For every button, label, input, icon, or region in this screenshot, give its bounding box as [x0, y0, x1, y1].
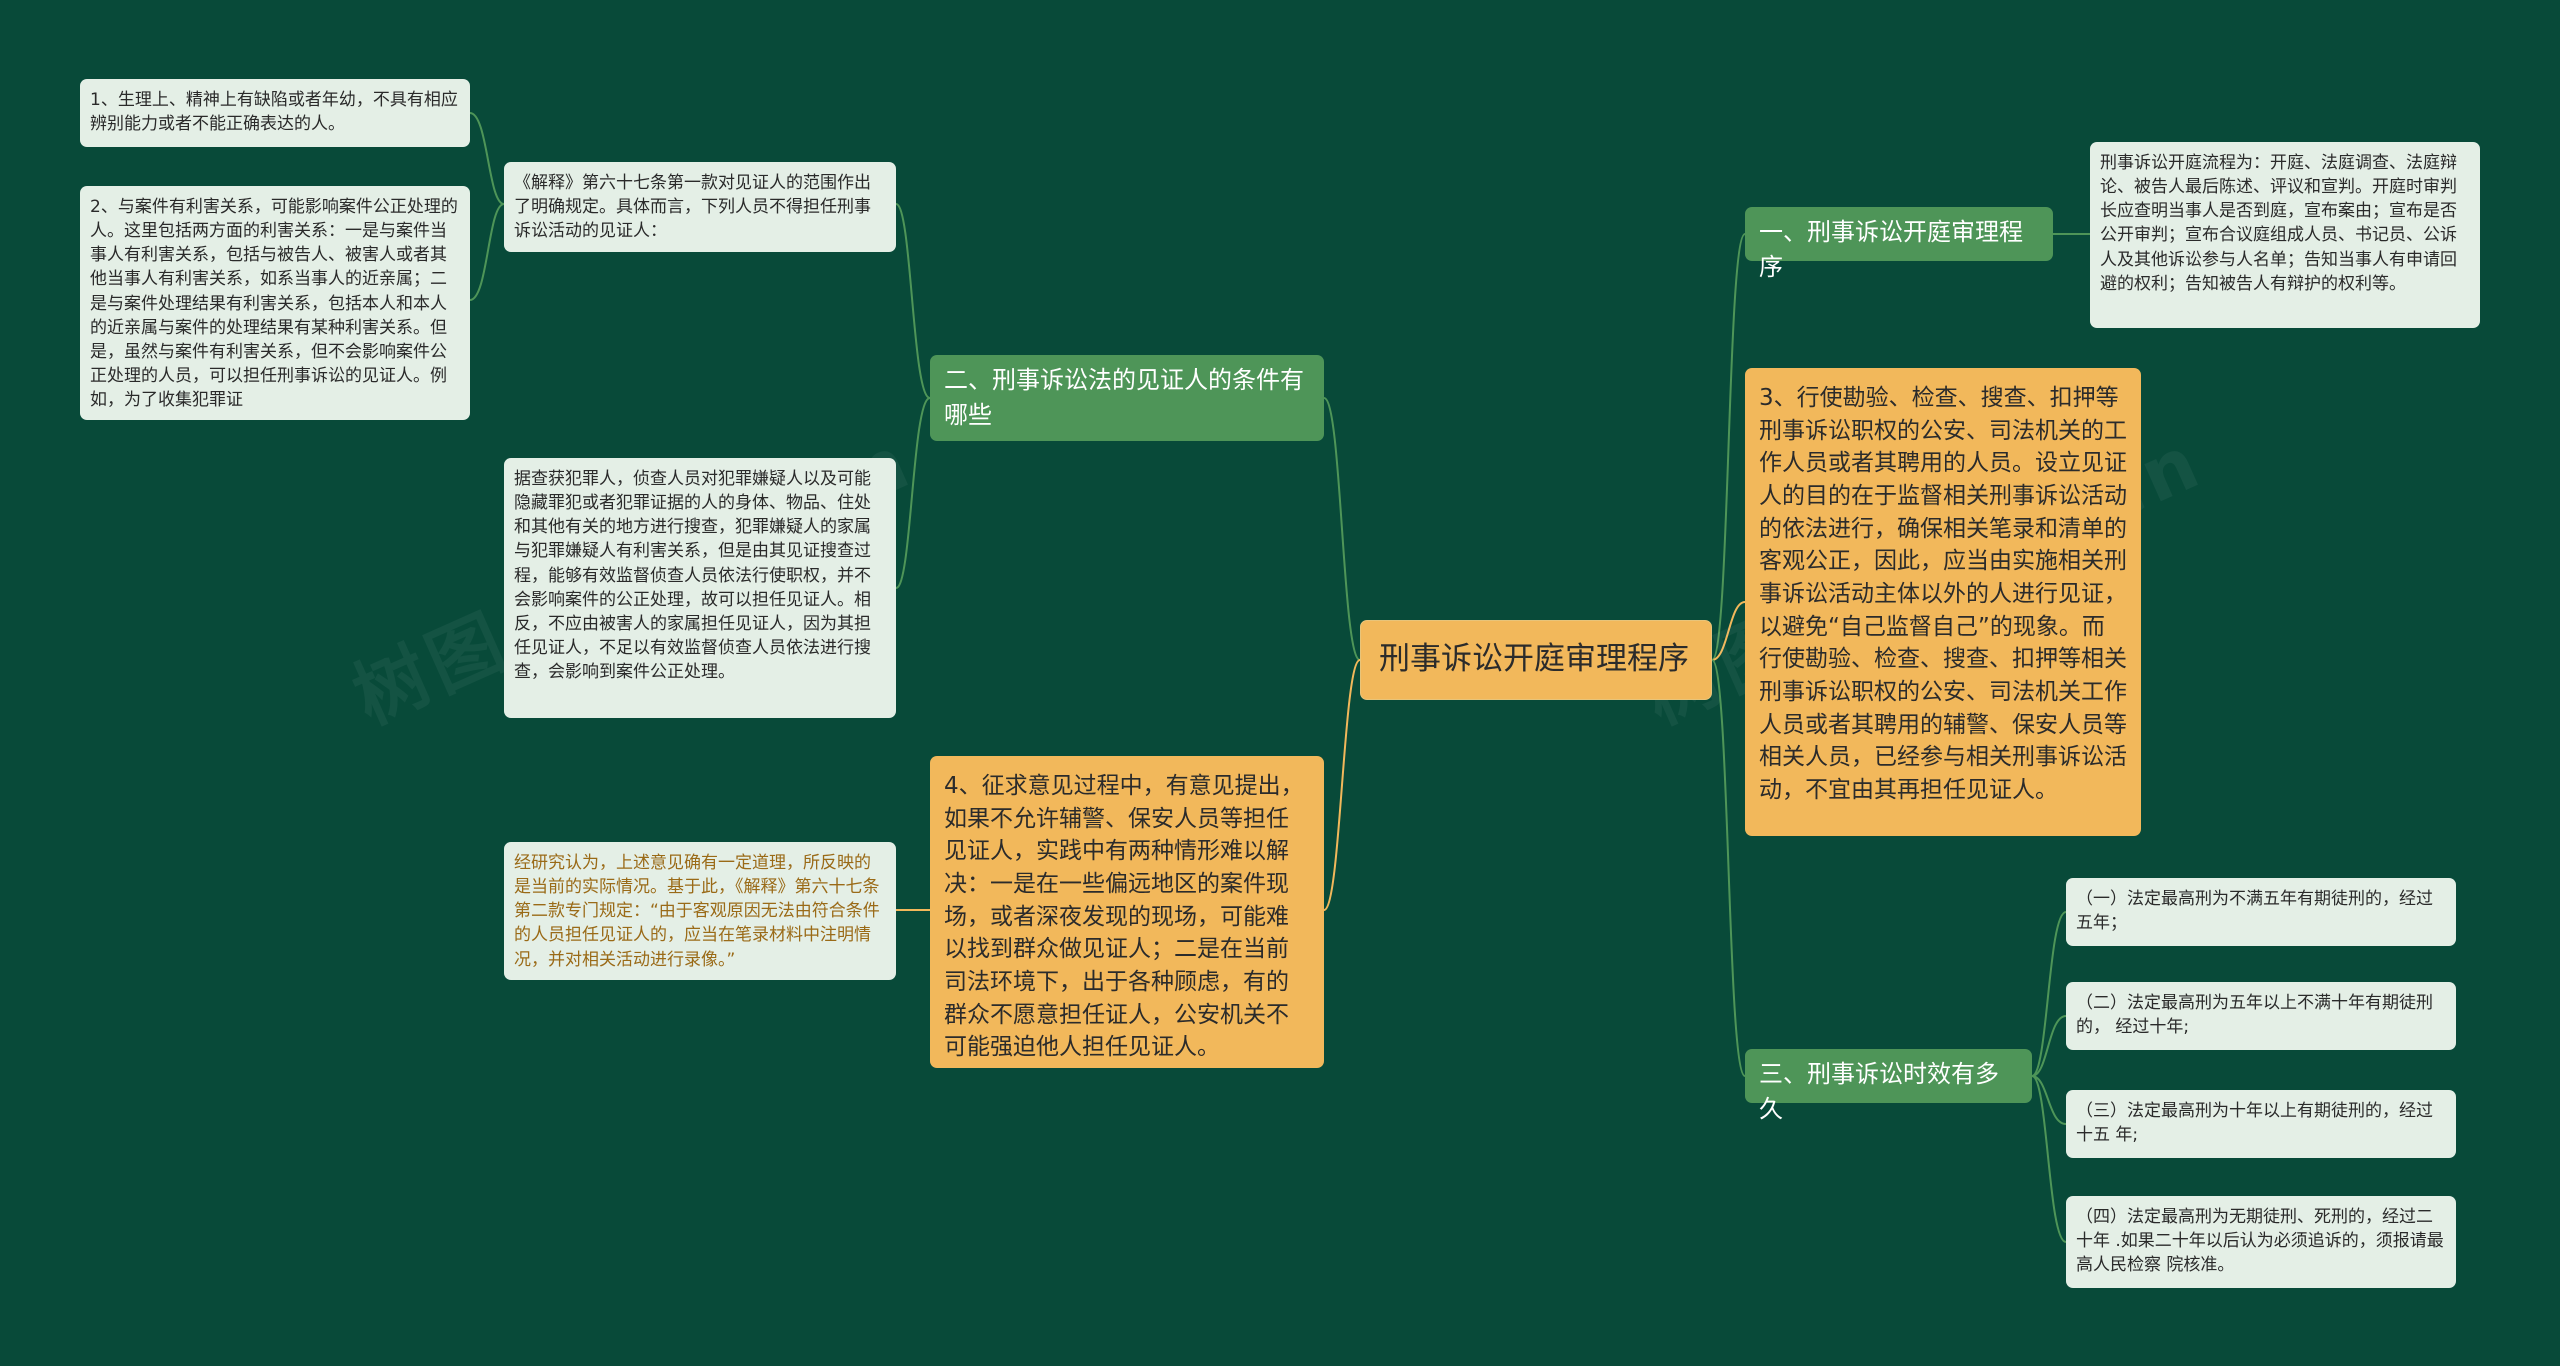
link-b2-explain [895, 203, 931, 399]
leaf-text: 2、与案件有利害关系，可能影响案件公正处理的人。这里包括两方面的利害关系：一是与… [90, 197, 458, 410]
branch-label: 4、征求意见过程中，有意见提出，如果不允许辅警、保安人员等担任见证人，实践中有两… [944, 773, 1304, 1061]
leaf-text: （一）法定最高刑为不满五年有期徒刑的，经过五年； [2076, 889, 2433, 934]
branch-label: 二、刑事诉讼法的见证人的条件有哪些 [944, 366, 1304, 429]
leaf-limit-five-years[interactable]: （一）法定最高刑为不满五年有期徒刑的，经过五年； [2066, 878, 2456, 946]
branch-investigator-rule[interactable]: 3、行使勘验、检查、搜查、扣押等刑事诉讼职权的公安、司法机关的工作人员或者其聘用… [1745, 368, 2141, 836]
branch-opinion-process[interactable]: 4、征求意见过程中，有意见提出，如果不允许辅警、保安人员等担任见证人，实践中有两… [930, 756, 1324, 1068]
leaf-explanation-intro[interactable]: 《解释》第六十七条第一款对见证人的范围作出了明确规定。具体而言，下列人员不得担任… [504, 162, 896, 252]
leaf-text: 经研究认为，上述意见确有一定道理，所反映的是当前的实际情况。基于此，《解释》第六… [514, 853, 880, 970]
leaf-research-conclusion[interactable]: 经研究认为，上述意见确有一定道理，所反映的是当前的实际情况。基于此，《解释》第六… [504, 842, 896, 980]
branch-label: 3、行使勘验、检查、搜查、扣押等刑事诉讼职权的公安、司法机关的工作人员或者其聘用… [1759, 385, 2127, 803]
link-b3-limit1 [2031, 911, 2067, 1077]
leaf-text: 据查获犯罪人，侦查人员对犯罪嫌疑人以及可能隐藏罪犯或者犯罪证据的人的身体、物品、… [514, 469, 871, 682]
link-root-b2 [1323, 397, 1361, 661]
link-root-b4 [1711, 601, 1746, 661]
leaf-text: 刑事诉讼开庭流程为：开庭、法庭调查、法庭辩论、被告人最后陈述、评议和宣判。开庭时… [2100, 153, 2457, 294]
link-root-b5 [1323, 659, 1361, 911]
leaf-text: （四）法定最高刑为无期徒刑、死刑的，经过二十年 .如果二十年以后认为必须追诉的，… [2076, 1207, 2444, 1276]
branch-limitation-period[interactable]: 三、刑事诉讼时效有多久 [1745, 1049, 2032, 1123]
leaf-text: 1、生理上、精神上有缺陷或者年幼，不具有相应辨别能力或者不能正确表达的人。 [90, 90, 458, 135]
leaf-text: （三）法定最高刑为十年以上有期徒刑的，经过十五 年; [2076, 1101, 2433, 1146]
leaf-item-interested-party[interactable]: 2、与案件有利害关系，可能影响案件公正处理的人。这里包括两方面的利害关系：一是与… [80, 186, 470, 420]
branch-witness-conditions[interactable]: 二、刑事诉讼法的见证人的条件有哪些 [930, 355, 1324, 441]
leaf-trial-procedure-detail[interactable]: 刑事诉讼开庭流程为：开庭、法庭调查、法庭辩论、被告人最后陈述、评议和宣判。开庭时… [2090, 142, 2480, 328]
leaf-text: 《解释》第六十七条第一款对见证人的范围作出了明确规定。具体而言，下列人员不得担任… [514, 173, 871, 242]
link-root-b1 [1711, 233, 1746, 661]
link-b2-evidence [895, 397, 931, 589]
link-explain-item2 [469, 203, 505, 301]
mindmap-canvas: 树图 shutu.cn 树图 shutu.cn 刑事诉讼开庭审理程序 一、刑事诉… [0, 0, 2560, 1366]
link-root-b3 [1711, 659, 1746, 1077]
leaf-item-incapable-person[interactable]: 1、生理上、精神上有缺陷或者年幼，不具有相应辨别能力或者不能正确表达的人。 [80, 79, 470, 147]
leaf-limit-fifteen-years[interactable]: （三）法定最高刑为十年以上有期徒刑的，经过十五 年; [2066, 1090, 2456, 1158]
leaf-text: （二）法定最高刑为五年以上不满十年有期徒刑的， 经过十年; [2076, 993, 2433, 1038]
link-explain-item1 [469, 112, 505, 205]
root-node[interactable]: 刑事诉讼开庭审理程序 [1360, 620, 1712, 700]
root-label: 刑事诉讼开庭审理程序 [1379, 641, 1689, 678]
leaf-evidence-search[interactable]: 据查获犯罪人，侦查人员对犯罪嫌疑人以及可能隐藏罪犯或者犯罪证据的人的身体、物品、… [504, 458, 896, 718]
leaf-limit-ten-years[interactable]: （二）法定最高刑为五年以上不满十年有期徒刑的， 经过十年; [2066, 982, 2456, 1050]
leaf-limit-twenty-years[interactable]: （四）法定最高刑为无期徒刑、死刑的，经过二十年 .如果二十年以后认为必须追诉的，… [2066, 1196, 2456, 1288]
branch-trial-procedure[interactable]: 一、刑事诉讼开庭审理程序 [1745, 207, 2053, 281]
